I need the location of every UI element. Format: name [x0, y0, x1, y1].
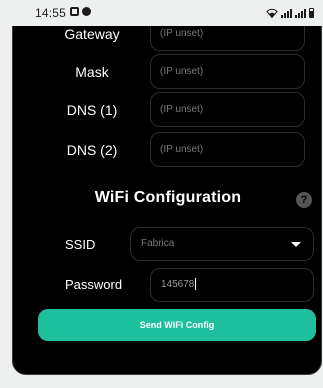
send-wifi-config-button[interactable]: Send WiFi Config	[38, 309, 316, 341]
gateway-label: Gateway	[64, 26, 120, 42]
dns1-label: DNS (1)	[66, 102, 118, 118]
help-icon[interactable]: ?	[296, 192, 312, 208]
dns2-input[interactable]: (IP unset)	[150, 132, 305, 167]
ssid-label: SSID	[65, 237, 96, 252]
mask-input[interactable]: (IP unset)	[150, 54, 305, 89]
ssid-selected-value: Fabrica	[141, 238, 175, 249]
status-right-icons	[266, 6, 314, 18]
password-input[interactable]: 145678	[150, 268, 314, 302]
wifi-section-title: WiFi Configuration	[94, 189, 242, 206]
dns1-input[interactable]: (IP unset)	[150, 92, 305, 127]
password-value: 145678	[161, 279, 195, 290]
ssid-select[interactable]: Fabrica	[130, 227, 314, 261]
password-label: Password	[65, 277, 123, 292]
status-bar: 14:55	[0, 0, 323, 26]
mask-label: Mask	[75, 64, 109, 80]
text-cursor	[195, 278, 197, 291]
notification-dot-icon	[82, 7, 91, 16]
signal-icon	[281, 8, 292, 18]
wifi-icon	[266, 8, 278, 18]
signal-icon	[295, 8, 306, 18]
config-card: Gateway (IP unset) Mask (IP unset) DNS (…	[12, 12, 322, 375]
next-section-peek	[133, 367, 173, 373]
dns2-label: DNS (2)	[66, 142, 118, 158]
image-icon	[70, 7, 79, 16]
battery-icon	[309, 8, 314, 18]
status-time: 14:55	[35, 6, 67, 20]
chevron-down-icon	[291, 242, 301, 247]
